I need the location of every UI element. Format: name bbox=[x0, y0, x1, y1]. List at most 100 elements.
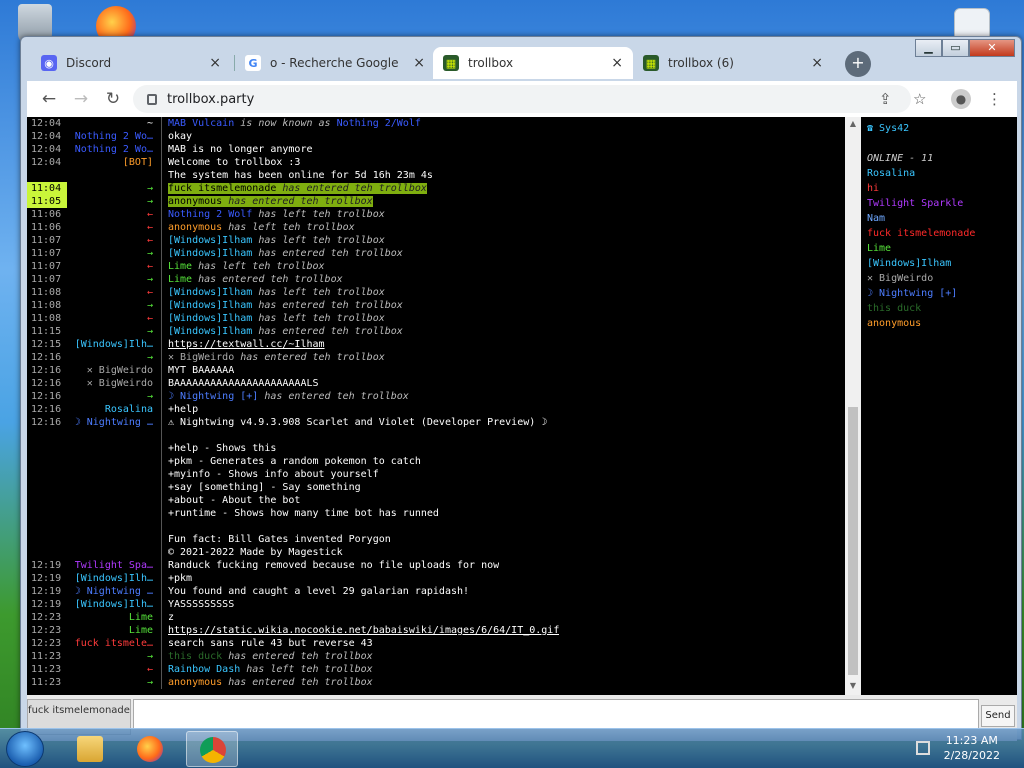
message-nick[interactable]: Rosalina bbox=[67, 403, 161, 416]
message-fragment: anonymous bbox=[168, 677, 223, 688]
scroll-up-arrow-icon[interactable]: ▲ bbox=[845, 119, 861, 128]
chat-message: 11:04 → fuck itsmelemonade has entered teh… bbox=[27, 182, 845, 195]
taskbar-explorer[interactable] bbox=[64, 731, 116, 767]
message-fragment: has left teh trollbox bbox=[252, 287, 385, 298]
message-link[interactable]: https://textwall.cc/~Ilham bbox=[168, 339, 325, 350]
message-link[interactable]: https://static.wikia.nocookie.net/babais… bbox=[168, 625, 559, 636]
tab-close-icon[interactable]: × bbox=[611, 55, 623, 71]
new-tab-button[interactable]: + bbox=[845, 51, 871, 77]
message-nick[interactable]: ← bbox=[67, 312, 161, 325]
bookmark-star-icon[interactable]: ☆ bbox=[913, 90, 926, 108]
message-nick[interactable] bbox=[67, 481, 161, 494]
network-tray-icon[interactable] bbox=[916, 741, 930, 755]
message-nick[interactable]: Lime bbox=[67, 624, 161, 637]
message-time bbox=[27, 169, 67, 182]
message-nick[interactable]: [Windows]Ilh… bbox=[67, 572, 161, 585]
user-list-item[interactable]: Nam bbox=[867, 211, 1017, 226]
message-nick[interactable] bbox=[67, 533, 161, 546]
message-time: 12:16 bbox=[31, 378, 62, 389]
taskbar-chrome[interactable] bbox=[186, 731, 238, 767]
message-nick[interactable] bbox=[67, 494, 161, 507]
message-nick[interactable]: Nothing 2 Wo… bbox=[67, 143, 161, 156]
tab-close-icon[interactable]: × bbox=[209, 55, 221, 71]
chat-message: 11:07 → Lime has entered teh trollbox bbox=[27, 273, 845, 286]
message-nick[interactable]: [Windows]Ilh… bbox=[67, 338, 161, 351]
message-nick[interactable] bbox=[67, 507, 161, 520]
address-bar[interactable]: trollbox.party bbox=[133, 85, 911, 113]
message-nick[interactable]: → bbox=[67, 676, 161, 689]
tab-trollbox-6[interactable]: ▦ trollbox (6) × bbox=[633, 47, 833, 79]
message-nick[interactable]: ← bbox=[67, 234, 161, 247]
message-nick[interactable] bbox=[67, 429, 161, 442]
message-nick[interactable]: ← bbox=[67, 663, 161, 676]
message-nick[interactable]: → bbox=[67, 325, 161, 338]
profile-avatar-icon[interactable]: ● bbox=[951, 89, 971, 109]
start-button[interactable] bbox=[6, 731, 44, 767]
user-list-item[interactable]: hi bbox=[867, 181, 1017, 196]
message-time bbox=[27, 481, 67, 494]
message-nick[interactable] bbox=[67, 455, 161, 468]
menu-kebab-icon[interactable]: ⋮ bbox=[987, 90, 1002, 108]
message-nick[interactable]: → bbox=[67, 182, 161, 195]
message-nick[interactable]: → bbox=[67, 650, 161, 663]
user-list-item[interactable]: [Windows]Ilham bbox=[867, 256, 1017, 271]
message-nick[interactable]: ← bbox=[67, 260, 161, 273]
message-nick[interactable]: → bbox=[67, 351, 161, 364]
tab-close-icon[interactable]: × bbox=[413, 55, 425, 71]
message-text: +runtime - Shows how many time bot has r… bbox=[162, 507, 439, 520]
message-nick[interactable]: Lime bbox=[67, 611, 161, 624]
message-time: 11:04 bbox=[27, 182, 67, 195]
message-fragment: okay bbox=[168, 131, 193, 142]
tab-close-icon[interactable]: × bbox=[811, 55, 823, 71]
message-nick[interactable]: Nothing 2 Wo… bbox=[67, 130, 161, 143]
message-nick[interactable]: ~ bbox=[67, 117, 161, 130]
user-list-item[interactable]: ☽ Nightwing [+] bbox=[867, 286, 1017, 301]
message-nick[interactable]: [Windows]Ilh… bbox=[67, 598, 161, 611]
message-nick[interactable]: ← bbox=[67, 208, 161, 221]
chat-scrollbar[interactable]: ▲ ▼ bbox=[845, 117, 861, 695]
message-nick[interactable] bbox=[67, 468, 161, 481]
scroll-down-arrow-icon[interactable]: ▼ bbox=[845, 681, 861, 690]
message-nick[interactable]: ← bbox=[67, 286, 161, 299]
taskbar-clock[interactable]: 11:23 AM 2/28/2022 bbox=[944, 733, 1000, 763]
message-nick[interactable] bbox=[67, 520, 161, 533]
back-button[interactable]: ← bbox=[33, 89, 65, 109]
message-nick[interactable]: Twilight Spa… bbox=[67, 559, 161, 572]
message-text: [Windows]Ilham has entered teh trollbox bbox=[162, 299, 403, 312]
user-list-item[interactable]: ✕ BigWeirdo bbox=[867, 271, 1017, 286]
message-nick[interactable] bbox=[67, 169, 161, 182]
message-time bbox=[27, 507, 67, 520]
user-list-item[interactable]: Twilight Sparkle bbox=[867, 196, 1017, 211]
message-nick[interactable]: ← bbox=[67, 221, 161, 234]
user-list-item[interactable]: Lime bbox=[867, 241, 1017, 256]
message-nick[interactable]: ☽ Nightwing … bbox=[67, 416, 161, 429]
message-nick[interactable]: → bbox=[67, 247, 161, 260]
user-list-item[interactable]: this duck bbox=[867, 301, 1017, 316]
message-nick[interactable]: → bbox=[67, 299, 161, 312]
message-nick[interactable]: ✕ BigWeirdo bbox=[67, 377, 161, 390]
tab-google-search[interactable]: G o - Recherche Google × bbox=[235, 47, 435, 79]
share-icon[interactable]: ⇪ bbox=[879, 90, 892, 108]
message-nick[interactable]: → bbox=[67, 195, 161, 208]
taskbar-firefox[interactable] bbox=[124, 731, 176, 767]
message-nick[interactable]: [BOT] bbox=[67, 156, 161, 169]
message-input[interactable] bbox=[133, 699, 979, 729]
user-list-item[interactable]: Rosalina bbox=[867, 166, 1017, 181]
message-nick[interactable]: ☽ Nightwing … bbox=[67, 585, 161, 598]
user-top[interactable]: ☎ Sys42 bbox=[867, 121, 1017, 136]
user-list-item[interactable]: fuck itsmelemonade bbox=[867, 226, 1017, 241]
user-list-item[interactable]: anonymous bbox=[867, 316, 1017, 331]
message-nick[interactable]: → bbox=[67, 273, 161, 286]
tab-discord[interactable]: ◉ Discord × bbox=[31, 47, 231, 79]
reload-button[interactable]: ↻ bbox=[97, 89, 129, 109]
message-nick[interactable]: ✕ BigWeirdo bbox=[67, 364, 161, 377]
chat-message: 11:15 → [Windows]Ilham has entered teh tro… bbox=[27, 325, 845, 338]
message-nick[interactable] bbox=[67, 442, 161, 455]
message-nick[interactable]: → bbox=[67, 390, 161, 403]
forward-button[interactable]: → bbox=[65, 89, 97, 109]
message-nick[interactable] bbox=[67, 546, 161, 559]
scroll-thumb[interactable] bbox=[848, 407, 858, 675]
send-button[interactable]: Send bbox=[981, 705, 1015, 727]
message-nick[interactable]: fuck itsmele… bbox=[67, 637, 161, 650]
tab-trollbox[interactable]: ▦ trollbox × bbox=[433, 47, 633, 79]
